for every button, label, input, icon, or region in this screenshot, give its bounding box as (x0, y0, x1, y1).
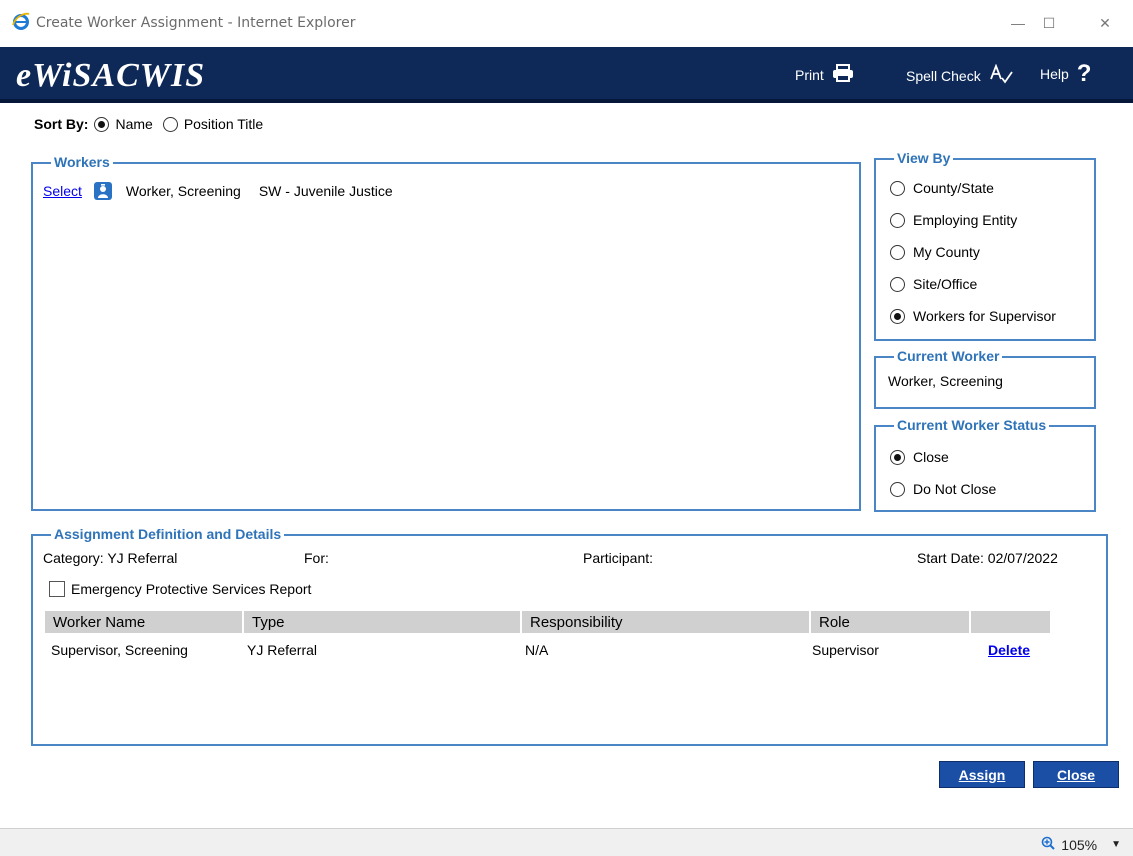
status-do-not-close-radio[interactable] (890, 481, 905, 497)
status-close-label: Close (913, 449, 949, 465)
sort-by-label: Sort By: (34, 116, 89, 132)
view-my-county-radio[interactable] (890, 244, 905, 260)
workers-legend: Workers (51, 153, 113, 171)
help-button[interactable]: Help ? (1040, 60, 1092, 87)
current-worker-status-legend: Current Worker Status (894, 416, 1050, 434)
view-workers-for-supervisor-radio[interactable] (890, 308, 905, 324)
column-header-worker-name: Worker Name (45, 611, 242, 633)
view-by-legend: View By (894, 149, 954, 167)
maximize-button[interactable]: ☐ (1026, 8, 1072, 38)
close-icon: ✕ (1099, 14, 1111, 31)
delete-assignment-link[interactable]: Delete (988, 642, 1030, 658)
eps-report-checkbox[interactable] (49, 581, 65, 597)
select-worker-link[interactable]: Select (43, 183, 82, 199)
print-button[interactable]: Print (795, 64, 854, 85)
sort-position-label: Position Title (183, 116, 264, 132)
print-label: Print (795, 66, 824, 83)
category-field: Category: YJ Referral (43, 550, 178, 566)
view-employing-entity-option[interactable]: Employing Entity (890, 212, 1017, 228)
view-site-office-radio[interactable] (890, 276, 905, 292)
help-question-icon: ? (1076, 60, 1092, 87)
view-employing-entity-radio[interactable] (890, 212, 905, 228)
current-worker-status-panel: Current Worker Status Close Do Not Close (874, 416, 1096, 512)
assignment-legend: Assignment Definition and Details (51, 525, 285, 543)
worker-position: SW - Juvenile Justice (258, 183, 393, 199)
sort-name-label: Name (115, 116, 153, 132)
status-close-option[interactable]: Close (890, 449, 949, 465)
view-site-office-label: Site/Office (913, 276, 978, 292)
sort-by-group: Sort By: Name Position Title (34, 116, 263, 132)
maximize-icon: ☐ (1042, 14, 1056, 31)
help-label: Help (1040, 66, 1069, 82)
view-county-state-radio[interactable] (890, 180, 905, 196)
view-site-office-option[interactable]: Site/Office (890, 276, 977, 292)
printer-icon (832, 64, 854, 85)
sort-position-radio[interactable] (162, 116, 178, 132)
view-employing-entity-label: Employing Entity (913, 212, 1018, 228)
worker-row: Select Worker, Screening SW - Juvenile J… (43, 182, 393, 200)
column-header-type: Type (244, 611, 520, 633)
eps-report-label: Emergency Protective Services Report (71, 581, 312, 597)
sort-name-radio[interactable] (94, 116, 110, 132)
spell-check-icon (989, 63, 1013, 87)
person-badge-icon (93, 182, 112, 200)
spell-check-button[interactable]: Spell Check (906, 63, 1013, 87)
spell-check-label: Spell Check (906, 67, 981, 84)
view-workers-for-supervisor-option[interactable]: Workers for Supervisor (890, 308, 1056, 324)
view-by-panel: View By County/State Employing Entity My… (874, 149, 1096, 341)
current-worker-legend: Current Worker (894, 347, 1003, 365)
eps-report-option[interactable]: Emergency Protective Services Report (49, 581, 311, 597)
status-bar (0, 828, 1133, 856)
row-worker-name: Supervisor, Screening (51, 642, 188, 658)
worker-name: Worker, Screening (125, 183, 241, 199)
view-my-county-label: My County (913, 244, 980, 260)
participant-field: Participant: (583, 550, 654, 566)
for-field: For: (304, 550, 329, 566)
column-header-role: Role (811, 611, 969, 633)
row-type: YJ Referral (247, 642, 318, 658)
workers-panel: Workers Select Worker, Screening SW - Ju… (31, 153, 861, 511)
assign-button[interactable]: Assign (939, 761, 1025, 788)
view-county-state-label: County/State (913, 180, 994, 196)
minimize-icon: — (1011, 15, 1025, 31)
chevron-down-icon[interactable]: ▼ (1111, 839, 1121, 850)
row-responsibility: N/A (525, 642, 549, 658)
view-my-county-option[interactable]: My County (890, 244, 980, 260)
current-worker-panel: Current Worker Worker, Screening (874, 347, 1096, 409)
view-workers-for-supervisor-label: Workers for Supervisor (913, 308, 1056, 324)
start-date-field: Start Date: 02/07/2022 (917, 550, 1058, 566)
status-do-not-close-option[interactable]: Do Not Close (890, 481, 996, 497)
internet-explorer-icon (12, 12, 30, 30)
current-worker-value: Worker, Screening (888, 373, 1003, 389)
column-header-responsibility: Responsibility (522, 611, 809, 633)
zoom-level: 105% (1061, 836, 1098, 853)
close-button[interactable]: Close (1033, 761, 1119, 788)
assignment-details-panel: Assignment Definition and Details Catego… (31, 525, 1108, 746)
status-do-not-close-label: Do Not Close (913, 481, 997, 497)
row-role: Supervisor (812, 642, 879, 658)
column-header-action (971, 611, 1050, 633)
window-title: Create Worker Assignment - Internet Expl… (36, 15, 356, 31)
brand-logo: eWiSACWIS (16, 57, 206, 94)
status-close-radio[interactable] (890, 449, 905, 465)
zoom-magnifier-icon (1041, 836, 1055, 853)
zoom-control[interactable]: 105% ▼ (1041, 836, 1121, 853)
view-county-state-option[interactable]: County/State (890, 180, 994, 196)
close-window-button[interactable]: ✕ (1082, 8, 1128, 38)
